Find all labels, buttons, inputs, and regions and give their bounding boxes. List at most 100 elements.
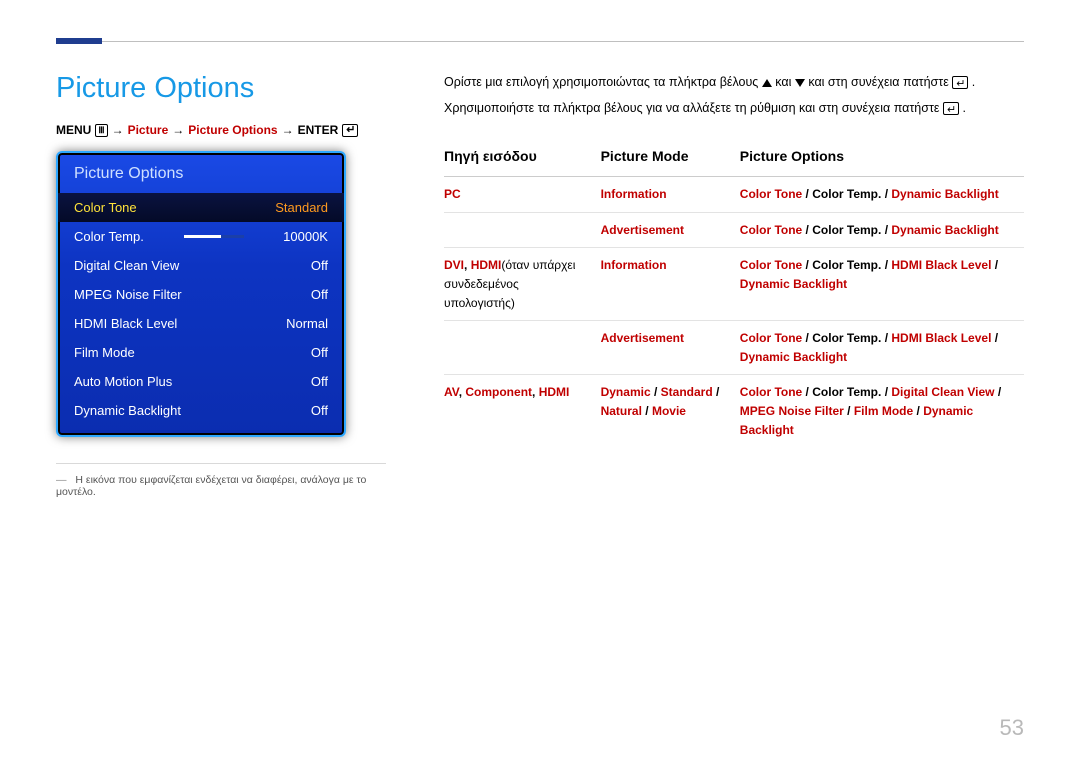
osd-row[interactable]: Dynamic Backlight Off: [58, 396, 344, 425]
cell-text: /: [844, 404, 854, 418]
intro-line1b: και στη συνέχεια πατήστε: [808, 75, 952, 89]
table-cell: Color Tone / Color Temp. / Dynamic Backl…: [740, 212, 1024, 248]
cell-text: Information: [601, 187, 667, 201]
osd-row[interactable]: Auto Motion PlusOff: [58, 367, 344, 396]
breadcrumb-menu: MENU: [56, 123, 91, 137]
intro-line1a: Ορίστε μια επιλογή χρησιμοποιώντας τα πλ…: [444, 75, 762, 89]
arrow-icon: →: [282, 123, 294, 137]
osd-row[interactable]: Digital Clean ViewOff: [58, 251, 344, 280]
horizontal-rule: [102, 41, 1024, 42]
table-cell: [444, 212, 601, 248]
cell-text: Dynamic: [601, 385, 651, 399]
table-cell: AV, Component, HDMI: [444, 375, 601, 447]
breadcrumb-enter: ENTER: [298, 123, 339, 137]
cell-text: Dynamic Backlight: [740, 350, 847, 364]
cell-text: Color Temp.: [812, 331, 881, 345]
table-cell: PC: [444, 177, 601, 213]
cell-text: ,: [464, 258, 471, 272]
cell-text: /: [881, 258, 891, 272]
osd-row-value: Standard: [275, 200, 328, 215]
table-cell: Dynamic / Standard / Natural / Movie: [601, 375, 740, 447]
footnote: ― Η εικόνα που εμφανίζεται ενδέχεται να …: [56, 474, 396, 498]
cell-text: Color Temp.: [812, 223, 881, 237]
menu-icon: Ⅲ: [95, 124, 107, 137]
accent-bar: [56, 38, 102, 44]
osd-row[interactable]: Color Tone Standard: [58, 193, 344, 222]
osd-row-value: Off: [311, 345, 328, 360]
intro-line2a: Χρησιμοποιήστε τα πλήκτρα βέλους για να …: [444, 101, 943, 115]
cell-text: /: [651, 385, 661, 399]
cell-text: /: [995, 385, 1002, 399]
cell-text: Color Tone: [740, 187, 802, 201]
cell-text: /: [881, 223, 891, 237]
osd-row-label: Dynamic Backlight: [74, 403, 181, 418]
osd-row[interactable]: HDMI Black LevelNormal: [58, 309, 344, 338]
th-mode: Picture Mode: [601, 138, 740, 177]
table-cell: Color Tone / Color Temp. / Digital Clean…: [740, 375, 1024, 447]
osd-row-label: Color Temp.: [74, 229, 144, 244]
cell-text: Advertisement: [601, 331, 684, 345]
cell-text: Color Tone: [740, 223, 802, 237]
arrow-icon: →: [112, 123, 124, 137]
osd-row-value: Off: [311, 403, 328, 418]
cell-text: /: [802, 385, 812, 399]
cell-text: Movie: [652, 404, 686, 418]
osd-row[interactable]: Color Temp.10000K: [58, 222, 344, 251]
cell-text: Component: [465, 385, 532, 399]
down-arrow-icon: [795, 79, 805, 87]
table-row: Advertisement Color Tone / Color Temp. / …: [444, 321, 1024, 375]
enter-icon: [952, 76, 968, 89]
cell-text: Dynamic Backlight: [891, 223, 998, 237]
breadcrumb-picture-options: Picture Options: [188, 123, 277, 137]
dash: ―: [56, 474, 67, 486]
options-table: Πηγή εισόδου Picture Mode Picture Option…: [444, 138, 1024, 447]
cell-text: /: [881, 385, 891, 399]
cell-text: PC: [444, 187, 461, 201]
table-cell: [444, 321, 601, 375]
cell-text: /: [881, 331, 891, 345]
intro-line1end: .: [972, 75, 975, 89]
enter-icon: [342, 124, 358, 137]
table-row: AV, Component, HDMIDynamic / Standard / …: [444, 375, 1024, 447]
osd-row-label: Digital Clean View: [74, 258, 179, 273]
th-source: Πηγή εισόδου: [444, 138, 601, 177]
intro-line1mid: και: [775, 75, 795, 89]
cell-text: /: [991, 331, 998, 345]
osd-row-label: Film Mode: [74, 345, 135, 360]
table-row: PCInformationColor Tone / Color Temp. / …: [444, 177, 1024, 213]
cell-text: /: [802, 331, 812, 345]
cell-text: Color Tone: [740, 258, 802, 272]
osd-title: Picture Options: [58, 153, 344, 193]
table-cell: Advertisement: [601, 212, 740, 248]
breadcrumb: MENU Ⅲ → Picture → Picture Options → ENT…: [56, 123, 396, 137]
cell-text: /: [802, 187, 812, 201]
cell-text: Color Tone: [740, 331, 802, 345]
intro-text: Ορίστε μια επιλογή χρησιμοποιώντας τα πλ…: [444, 72, 1024, 120]
cell-text: Standard: [661, 385, 713, 399]
table-cell: Information: [601, 248, 740, 321]
th-options: Picture Options: [740, 138, 1024, 177]
cell-text: Information: [601, 258, 667, 272]
osd-row-label: Color Tone: [74, 200, 137, 215]
cell-text: AV: [444, 385, 459, 399]
slider[interactable]: [184, 235, 244, 238]
up-arrow-icon: [762, 79, 772, 87]
intro-line2end: .: [962, 101, 965, 115]
osd-row[interactable]: MPEG Noise FilterOff: [58, 280, 344, 309]
table-cell: Color Tone / Color Temp. / HDMI Black Le…: [740, 321, 1024, 375]
cell-text: Dynamic Backlight: [740, 277, 847, 291]
cell-text: HDMI: [471, 258, 502, 272]
osd-menu: Picture Options Color ToneStandardColor …: [56, 151, 346, 437]
table-cell: Color Tone / Color Temp. / HDMI Black Le…: [740, 248, 1024, 321]
cell-text: DVI: [444, 258, 464, 272]
cell-text: Natural: [601, 404, 642, 418]
table-row: AdvertisementColor Tone / Color Temp. / …: [444, 212, 1024, 248]
cell-text: Color Temp.: [812, 187, 881, 201]
table-cell: Advertisement: [601, 321, 740, 375]
footnote-text: Η εικόνα που εμφανίζεται ενδέχεται να δι…: [56, 474, 366, 498]
cell-text: /: [991, 258, 998, 272]
arrow-icon: →: [172, 123, 184, 137]
osd-row-value: Off: [311, 287, 328, 302]
cell-text: HDMI Black Level: [891, 331, 991, 345]
osd-row[interactable]: Film Mode Off: [58, 338, 344, 367]
